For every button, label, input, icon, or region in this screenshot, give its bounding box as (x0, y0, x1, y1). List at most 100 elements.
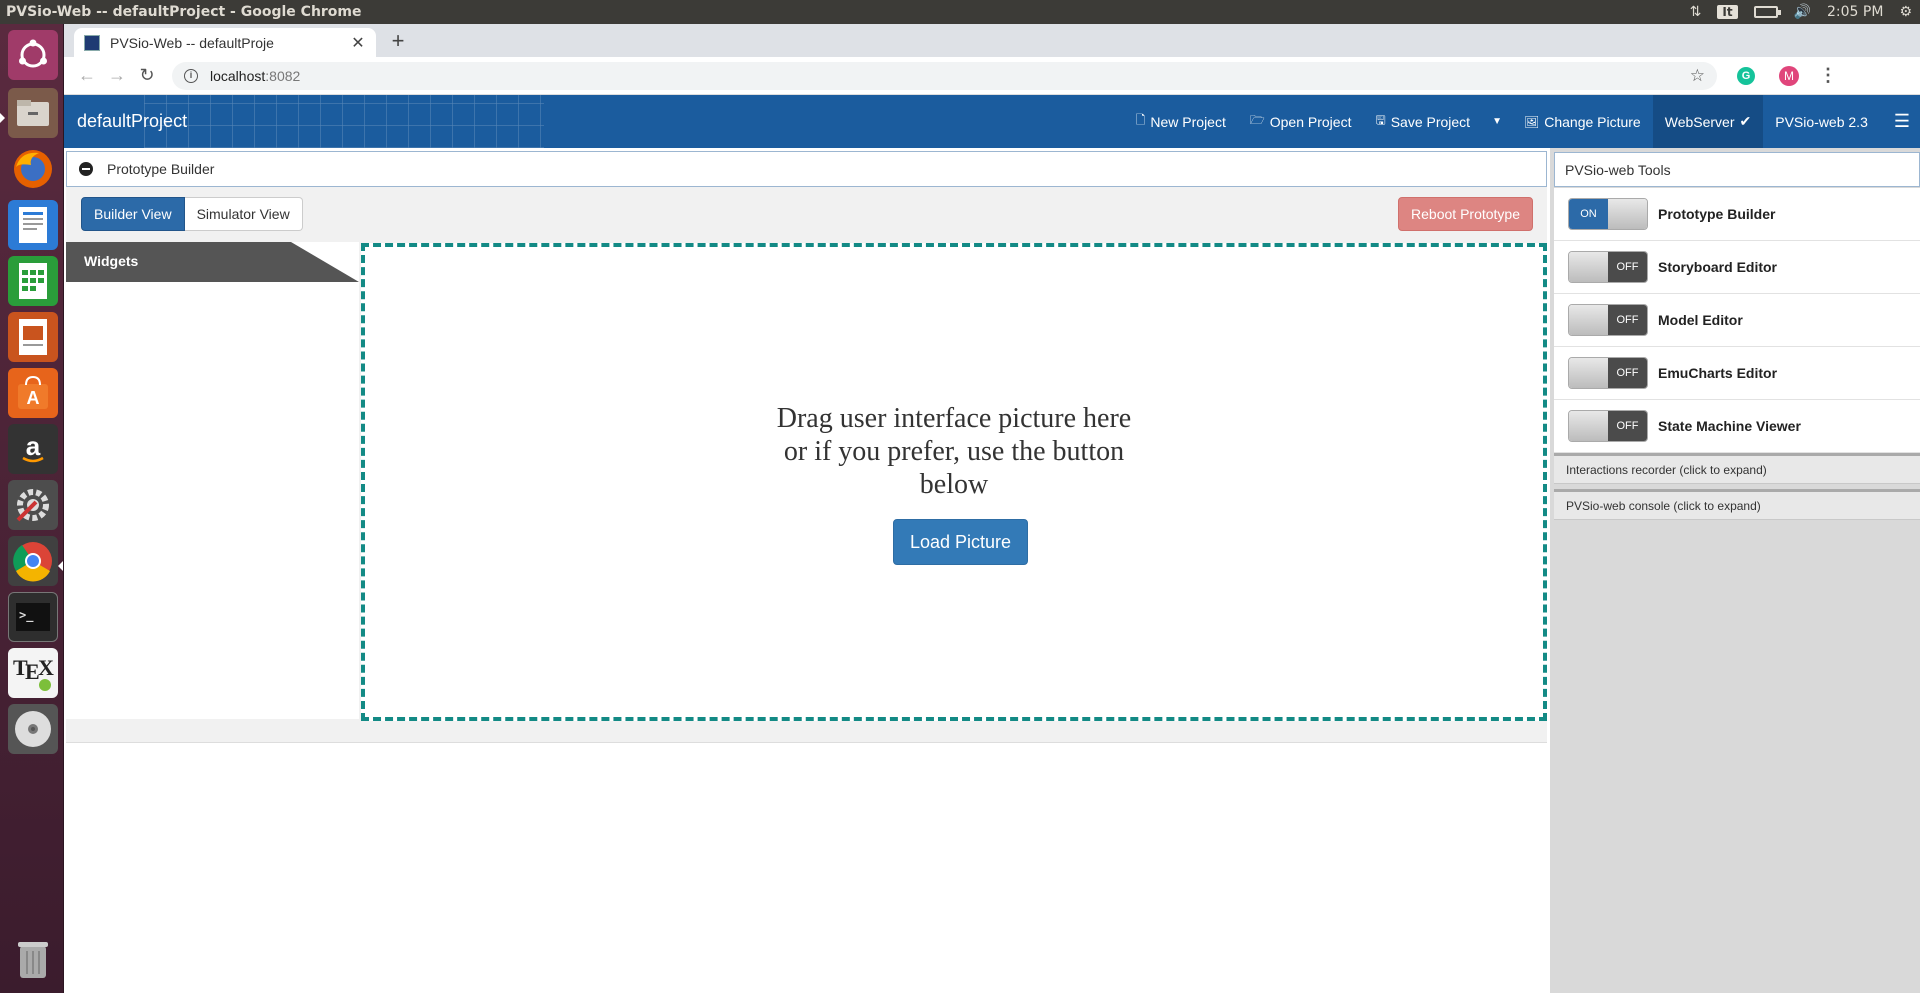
settings-gear-icon[interactable]: ⚙ (1899, 4, 1912, 20)
file-icon: 🗋 (1135, 113, 1146, 127)
site-info-icon[interactable]: i (184, 68, 198, 83)
prototype-builder-header[interactable]: Prototype Builder (66, 151, 1547, 187)
prototype-builder-body: Builder View Simulator View Reboot Proto… (66, 187, 1547, 743)
storyboard-editor-toggle[interactable]: OFF (1568, 251, 1648, 283)
forward-arrow-icon[interactable]: → (102, 65, 132, 86)
browser-menu-icon[interactable]: ⋮ (1819, 65, 1837, 86)
navbar-items: 🗋 New Project 🗁 Open Project 🖫 Save Proj… (1124, 95, 1920, 148)
open-project-label: Open Project (1269, 113, 1352, 130)
emucharts-editor-toggle[interactable]: OFF (1568, 357, 1648, 389)
trash-icon[interactable] (8, 934, 58, 984)
tool-row-prototype-builder: ON Prototype Builder (1554, 188, 1920, 241)
new-tab-button[interactable]: + (386, 29, 410, 53)
amazon-icon[interactable]: a (8, 424, 58, 474)
tool-label: State Machine Viewer (1658, 418, 1801, 434)
simulator-view-button[interactable]: Simulator View (184, 197, 303, 231)
toggle-knob (1569, 252, 1608, 282)
window-title: PVSio-Web -- defaultProject - Google Chr… (6, 4, 362, 20)
state-machine-viewer-toggle[interactable]: OFF (1568, 410, 1648, 442)
volume-icon[interactable]: 🔊 (1794, 4, 1811, 20)
profile-avatar[interactable]: M (1779, 65, 1799, 86)
save-project-label: Save Project (1390, 113, 1471, 130)
svg-text:X: X (38, 655, 54, 680)
picture-drop-zone[interactable]: Drag user interface picture here or if y… (361, 243, 1547, 721)
hamburger-menu-icon[interactable]: ☰ (1880, 111, 1920, 132)
dvd-icon[interactable] (8, 704, 58, 754)
webserver-status[interactable]: WebServer ✔ (1652, 95, 1764, 148)
grammarly-extension-icon[interactable]: G (1737, 66, 1755, 85)
widgets-label: Widgets (84, 253, 139, 269)
drop-instructions-line-2: or if you prefer, use the button (783, 436, 1125, 467)
bookmark-star-icon[interactable]: ☆ (1690, 66, 1705, 86)
tool-row-storyboard-editor: OFF Storyboard Editor (1554, 241, 1920, 294)
toggle-knob (1569, 358, 1608, 388)
system-settings-icon[interactable] (8, 480, 58, 530)
os-top-panel: PVSio-Web -- defaultProject - Google Chr… (0, 0, 1920, 24)
browser-tab[interactable]: PVSio-Web -- defaultProje ✕ (74, 28, 376, 57)
svg-text:>_: >_ (19, 608, 34, 623)
calc-icon[interactable] (8, 256, 58, 306)
tool-row-model-editor: OFF Model Editor (1554, 294, 1920, 347)
console-expander[interactable]: PVSio-web console (click to expand) (1554, 489, 1920, 520)
project-name[interactable]: defaultProject (77, 111, 187, 132)
tools-panel: PVSio-web Tools ON Prototype Builder OFF… (1550, 148, 1920, 993)
address-bar[interactable]: i localhost :8082 ☆ (172, 61, 1717, 90)
new-project-label: New Project (1150, 113, 1226, 130)
new-project-button[interactable]: 🗋 New Project (1124, 95, 1238, 148)
save-options-dropdown-icon[interactable]: ▼ (1482, 116, 1512, 127)
running-indicator (0, 113, 5, 123)
reboot-prototype-button[interactable]: Reboot Prototype (1398, 197, 1533, 231)
widgets-tab[interactable]: Widgets (66, 242, 359, 282)
reload-icon[interactable]: ↻ (132, 65, 162, 86)
prototype-builder-toggle[interactable]: ON (1568, 198, 1648, 230)
toggle-state: OFF (1608, 252, 1647, 282)
toggle-state: OFF (1608, 411, 1647, 441)
change-picture-button[interactable]: 🖼 Change Picture (1512, 95, 1653, 148)
files-icon[interactable] (8, 88, 58, 138)
load-picture-button[interactable]: Load Picture (893, 519, 1028, 565)
drop-instructions: Drag user interface picture here or if y… (365, 402, 1543, 501)
app-navbar: defaultProject 🗋 New Project 🗁 Open Proj… (64, 95, 1920, 148)
tool-row-state-machine-viewer: OFF State Machine Viewer (1554, 400, 1920, 453)
checkmark-icon: ✔ (1739, 113, 1752, 129)
writer-icon[interactable] (8, 200, 58, 250)
firefox-icon[interactable] (8, 144, 58, 194)
software-center-icon[interactable]: A (8, 368, 58, 418)
folder-open-icon: 🗁 (1249, 113, 1265, 127)
back-arrow-icon[interactable]: ← (72, 65, 102, 86)
battery-icon[interactable] (1753, 6, 1781, 18)
impress-icon[interactable] (8, 312, 58, 362)
version-link[interactable]: PVSio-web 2.3 (1763, 95, 1880, 148)
keyboard-layout-indicator[interactable]: It (1717, 5, 1738, 19)
unity-launcher: A a >_ TEX (0, 24, 64, 993)
open-project-button[interactable]: 🗁 Open Project (1238, 95, 1364, 148)
collapse-minus-icon[interactable] (79, 162, 93, 176)
prototype-builder-title: Prototype Builder (107, 161, 215, 177)
tool-label: Prototype Builder (1658, 206, 1776, 222)
terminal-icon[interactable]: >_ (8, 592, 58, 642)
network-icon[interactable]: ⇅ (1690, 4, 1702, 20)
clock[interactable]: 2:05 PM (1827, 4, 1883, 20)
change-picture-label: Change Picture (1544, 113, 1641, 130)
toggle-knob (1608, 199, 1647, 229)
toggle-state: ON (1569, 199, 1608, 229)
tab-title: PVSio-Web -- defaultProje (110, 34, 274, 51)
webserver-label: WebServer (1664, 113, 1735, 130)
browser-tab-strip: PVSio-Web -- defaultProje ✕ + (64, 24, 1920, 57)
save-project-button[interactable]: 🖫 Save Project (1363, 95, 1482, 148)
ubuntu-dash-icon[interactable] (8, 30, 58, 80)
svg-text:a: a (26, 431, 41, 461)
view-toggle-group: Builder View Simulator View (81, 197, 303, 231)
close-tab-icon[interactable]: ✕ (350, 33, 366, 53)
chrome-icon[interactable] (8, 536, 58, 586)
system-tray: ⇅ It 🔊 2:05 PM ⚙ (1690, 4, 1920, 20)
interactions-recorder-expander[interactable]: Interactions recorder (click to expand) (1554, 453, 1920, 484)
toggle-state: OFF (1608, 305, 1647, 335)
model-editor-toggle[interactable]: OFF (1568, 304, 1648, 336)
tool-label: Storyboard Editor (1658, 259, 1778, 275)
builder-view-button[interactable]: Builder View (81, 197, 185, 231)
widgets-panel: Widgets (66, 242, 359, 719)
active-indicator (58, 561, 63, 571)
favicon-icon (84, 34, 100, 51)
texmaker-icon[interactable]: TEX (8, 648, 58, 698)
